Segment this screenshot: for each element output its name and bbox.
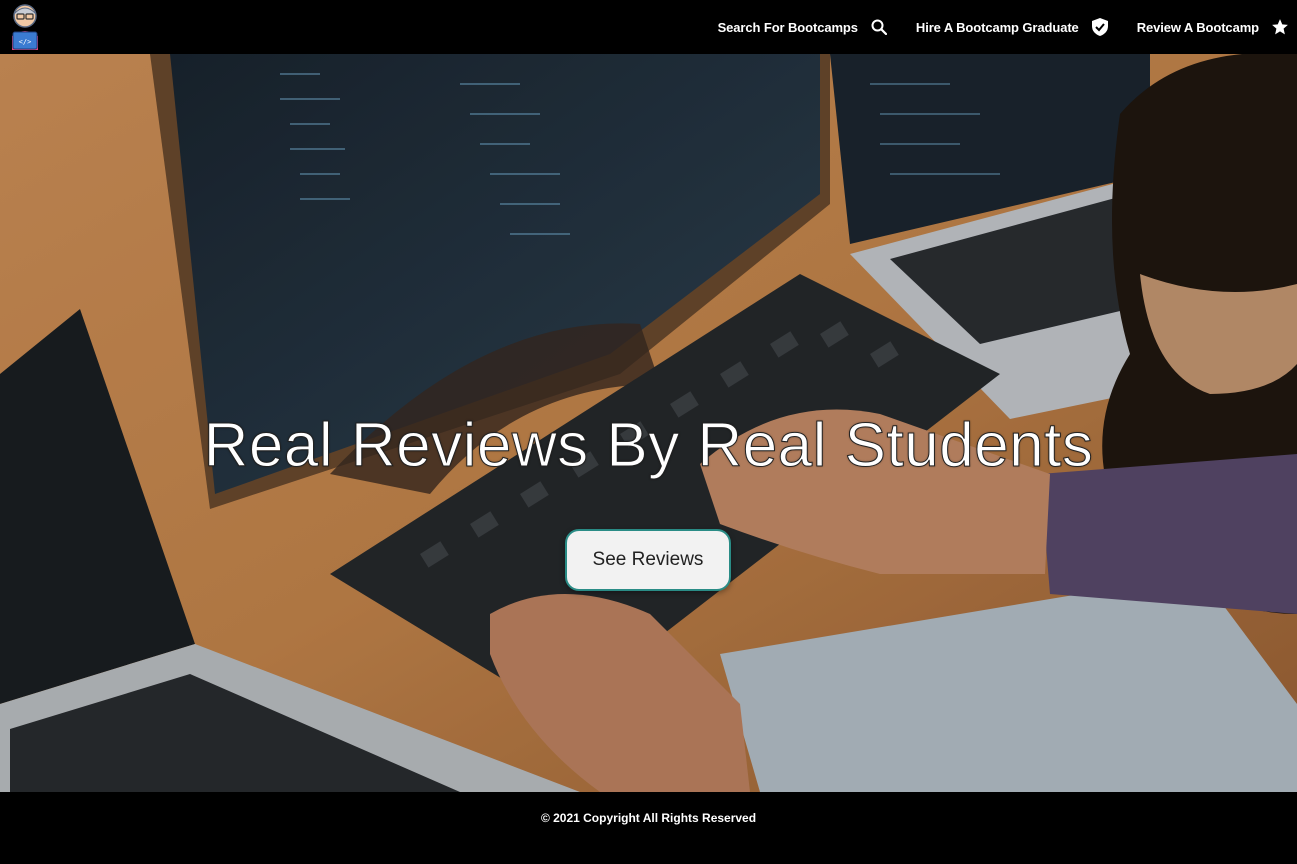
footer: © 2021 Copyright All Rights Reserved [0,792,1297,864]
nav-hire-label: Hire A Bootcamp Graduate [915,19,1079,35]
svg-text:</>: </> [19,38,32,46]
hero-title: Real Reviews By Real Students [203,411,1094,481]
copyright-text: © 2021 Copyright All Rights Reserved [540,811,757,825]
shield-check-icon [1091,18,1109,36]
nav-search-label: Search For Bootcamps [717,19,858,35]
nav-links: Search For Bootcamps Hire A Bootcamp Gra… [718,0,1289,54]
navbar: </> Search For Bootcamps Hire A Bootcamp… [0,0,1297,54]
developer-avatar-icon[interactable]: </> [6,2,44,52]
nav-review-label: Review A Bootcamp [1136,19,1259,35]
hero-section: Real Reviews By Real Students See Review… [0,54,1297,792]
star-icon [1271,18,1289,36]
nav-hire-graduate[interactable]: Hire A Bootcamp Graduate [916,18,1109,36]
see-reviews-button[interactable]: See Reviews [565,529,731,591]
search-icon [870,18,888,36]
nav-review-bootcamp[interactable]: Review A Bootcamp [1137,18,1289,36]
nav-search-bootcamps[interactable]: Search For Bootcamps [718,18,888,36]
